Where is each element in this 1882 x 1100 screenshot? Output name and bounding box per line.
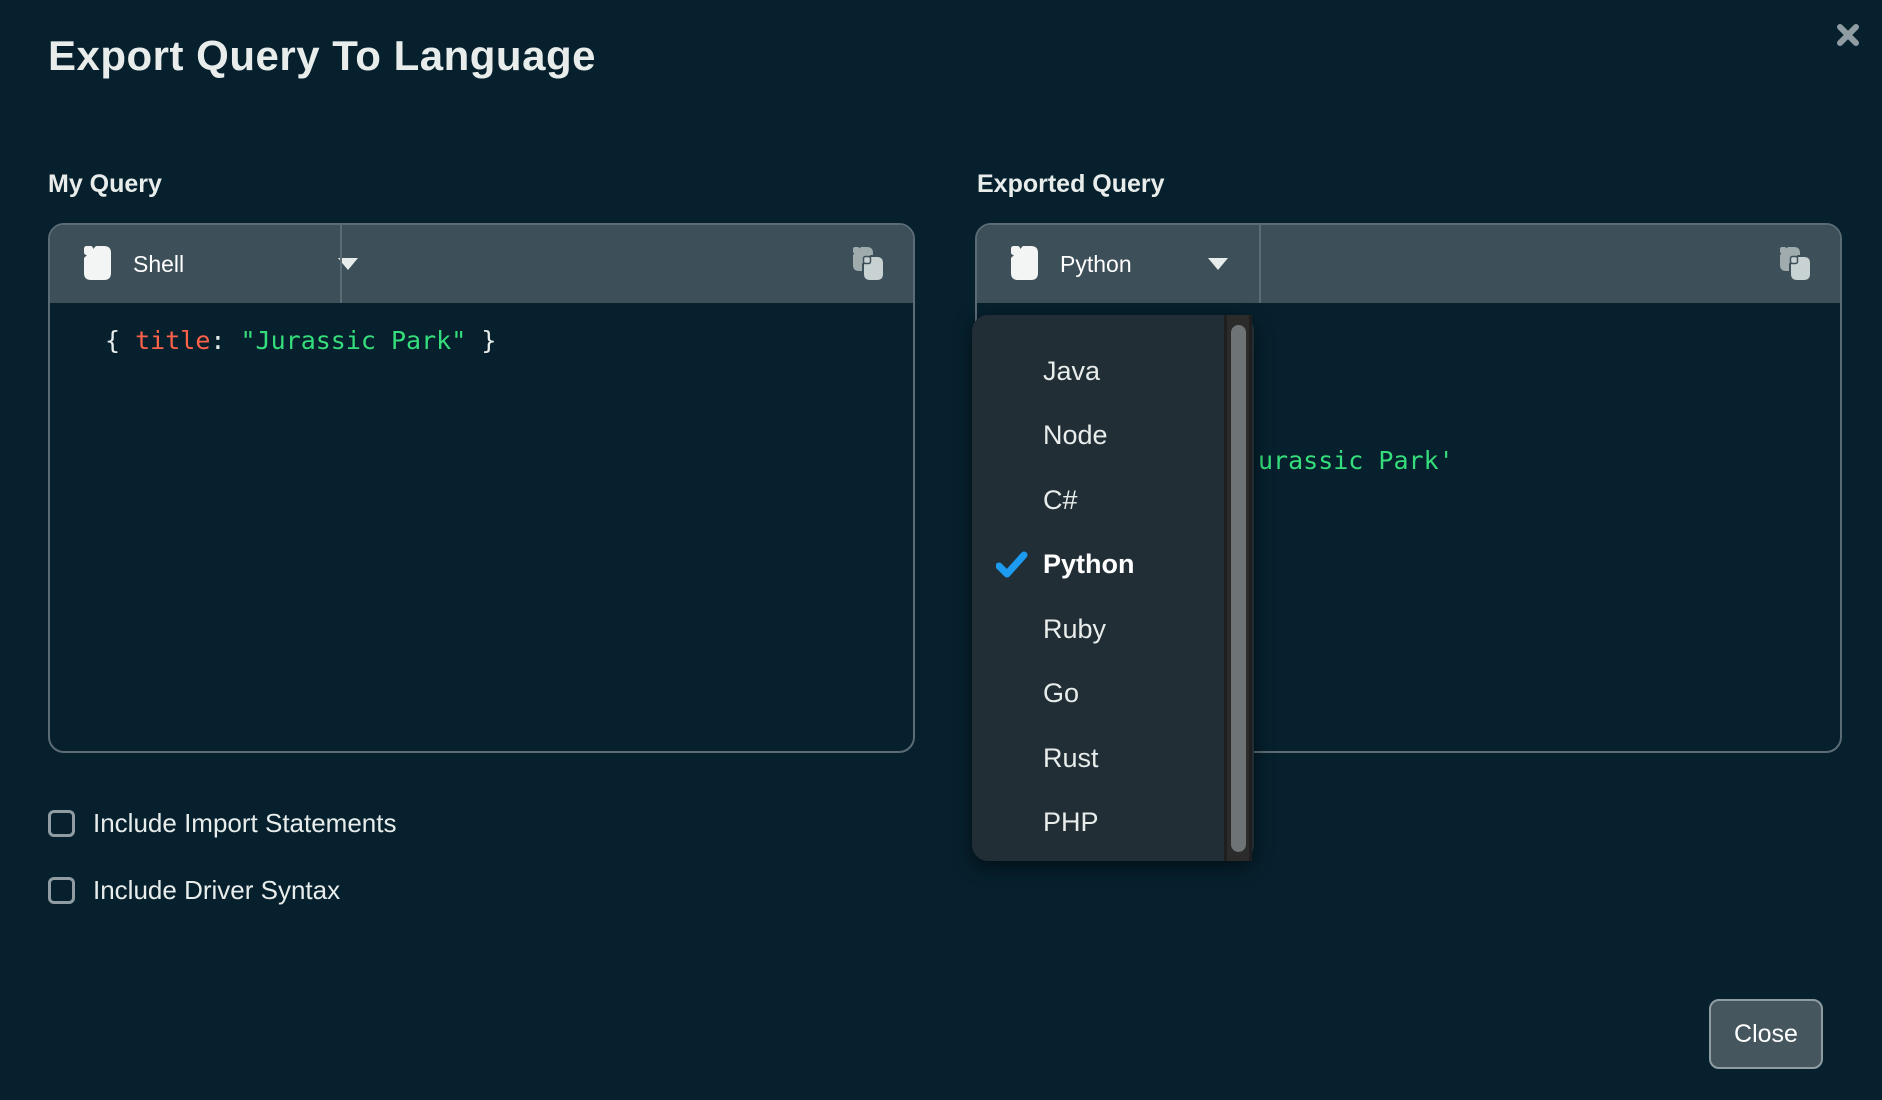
close-button[interactable]: Close	[1709, 999, 1823, 1069]
menu-item-label: C#	[1043, 485, 1078, 516]
my-query-editor: Shell { title: "Jurassic Park" }	[48, 223, 915, 753]
menu-item-java[interactable]: Java	[972, 339, 1254, 404]
my-query-language-value: Shell	[133, 251, 184, 278]
my-query-code-editor[interactable]: { title: "Jurassic Park" }	[50, 305, 913, 751]
copy-my-query-button[interactable]	[851, 247, 887, 283]
code-token: :	[210, 326, 240, 355]
header-divider	[340, 225, 342, 303]
menu-scrollbar-thumb[interactable]	[1231, 325, 1246, 852]
close-button-label: Close	[1734, 1020, 1798, 1049]
menu-item-label: Ruby	[1043, 614, 1106, 645]
menu-scrollbar-track[interactable]	[1224, 315, 1252, 861]
include-driver-syntax-row[interactable]: Include Driver Syntax	[48, 875, 340, 906]
exported-query-label: Exported Query	[977, 170, 1165, 199]
exported-query-editor-header: Python	[977, 225, 1840, 303]
include-import-statements-row[interactable]: Include Import Statements	[48, 808, 396, 839]
code-token: {	[105, 326, 135, 355]
code-token: }	[466, 326, 496, 355]
exported-query-language-value: Python	[1060, 251, 1132, 278]
menu-item-label: Python	[1043, 549, 1135, 580]
copy-icon	[1780, 247, 1812, 284]
menu-item-php[interactable]: PHP	[972, 791, 1254, 856]
menu-item-python[interactable]: Python	[972, 533, 1254, 598]
menu-item-label: Go	[1043, 678, 1079, 709]
menu-item-label: PHP	[1043, 807, 1099, 838]
export-query-dialog: Export Query To Language My Query Export…	[0, 0, 1882, 1100]
menu-item-go[interactable]: Go	[972, 662, 1254, 727]
dialog-close-button[interactable]	[1830, 18, 1866, 54]
check-icon	[996, 551, 1028, 586]
my-query-editor-header: Shell	[50, 225, 913, 303]
menu-item-label: Node	[1043, 420, 1108, 451]
menu-item-rust[interactable]: Rust	[972, 726, 1254, 791]
my-query-label: My Query	[48, 170, 162, 199]
document-icon	[1011, 246, 1038, 283]
menu-item-csharp[interactable]: C#	[972, 468, 1254, 533]
chevron-down-icon	[1208, 258, 1228, 270]
copy-exported-query-button[interactable]	[1778, 247, 1814, 283]
menu-item-label: Java	[1043, 356, 1100, 387]
code-token-string: "Jurassic Park"	[240, 326, 466, 355]
include-import-statements-checkbox[interactable]	[48, 810, 75, 837]
language-dropdown-menu: Java Node C# Python Ruby Go Rust PHP	[972, 315, 1254, 861]
include-import-statements-label: Include Import Statements	[93, 808, 396, 839]
code-token-key: title	[135, 326, 210, 355]
menu-item-ruby[interactable]: Ruby	[972, 597, 1254, 662]
close-icon	[1835, 22, 1861, 51]
exported-code-visible-fragment: urassic Park'	[1258, 439, 1454, 483]
menu-item-label: Rust	[1043, 743, 1099, 774]
include-driver-syntax-checkbox[interactable]	[48, 877, 75, 904]
my-query-language-select[interactable]: Shell	[50, 225, 340, 303]
document-icon	[84, 246, 111, 283]
page-title: Export Query To Language	[48, 32, 596, 80]
menu-item-node[interactable]: Node	[972, 404, 1254, 469]
copy-icon	[853, 247, 885, 284]
header-divider	[1259, 225, 1261, 303]
include-driver-syntax-label: Include Driver Syntax	[93, 875, 340, 906]
